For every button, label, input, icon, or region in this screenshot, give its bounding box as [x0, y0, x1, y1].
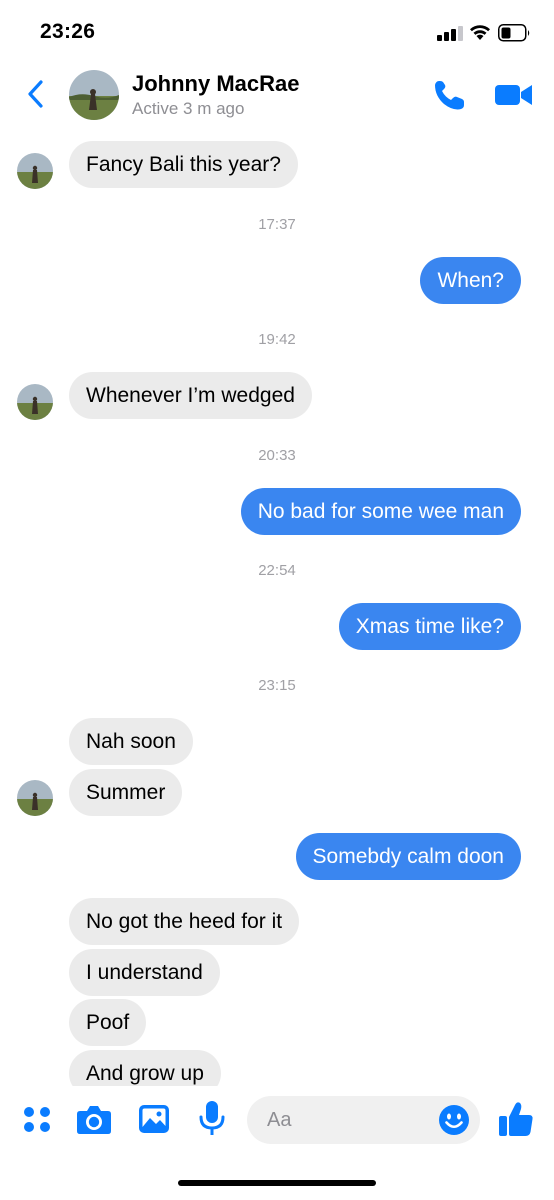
voice-call-button[interactable]: [430, 76, 468, 114]
incoming-message[interactable]: No got the heed for it: [69, 898, 300, 945]
contact-avatar[interactable]: [69, 70, 119, 120]
phone-icon: [435, 81, 464, 110]
avatar-photo: [17, 384, 53, 420]
avatar-photo: [17, 780, 53, 816]
back-button[interactable]: [20, 76, 50, 112]
camera-button[interactable]: [76, 1102, 112, 1136]
message-composer: [0, 1086, 554, 1156]
camera-icon: [77, 1106, 111, 1134]
avatar-photo: [69, 70, 119, 120]
battery-icon: [498, 24, 531, 42]
emoji-button[interactable]: [438, 1104, 470, 1136]
cellular-signal-icon: [437, 25, 463, 41]
thumbs-up-icon: [499, 1102, 533, 1136]
outgoing-message[interactable]: No bad for some wee man: [240, 488, 521, 535]
message-input-pill[interactable]: [247, 1096, 480, 1144]
outgoing-message[interactable]: Somebdy calm doon: [295, 833, 521, 880]
outgoing-message[interactable]: Xmas time like?: [338, 603, 521, 650]
message-timestamp: 23:15: [258, 677, 296, 694]
status-time: 23:26: [40, 20, 96, 43]
microphone-icon: [199, 1101, 225, 1135]
message-timestamp: 19:42: [258, 331, 296, 348]
status-bar: 23:26: [0, 0, 554, 64]
apps-icon: [24, 1107, 50, 1132]
video-call-button[interactable]: [494, 80, 534, 110]
incoming-message[interactable]: Poof: [69, 999, 147, 1046]
incoming-message[interactable]: Nah soon: [69, 718, 193, 765]
sender-avatar[interactable]: [17, 384, 53, 420]
incoming-message[interactable]: I understand: [69, 949, 220, 996]
video-camera-icon: [495, 85, 532, 105]
message-timestamp: 20:33: [258, 447, 296, 464]
incoming-message[interactable]: Whenever I’m wedged: [69, 372, 312, 419]
chat-header: Johnny MacRae Active 3 m ago: [0, 64, 554, 128]
avatar-photo: [17, 153, 53, 189]
like-button[interactable]: [498, 1100, 534, 1138]
contact-name[interactable]: Johnny MacRae: [132, 71, 300, 97]
contact-active-status: Active 3 m ago: [132, 99, 245, 118]
apps-button[interactable]: [21, 1103, 53, 1135]
incoming-message[interactable]: Summer: [69, 769, 183, 816]
message-timestamp: 22:54: [258, 562, 296, 579]
home-indicator[interactable]: [178, 1180, 376, 1186]
wifi-icon: [468, 22, 492, 42]
message-input[interactable]: [267, 1096, 427, 1144]
photo-icon: [139, 1105, 169, 1133]
voice-message-button[interactable]: [197, 1100, 227, 1138]
photo-button[interactable]: [137, 1102, 171, 1136]
message-timestamp: 17:37: [258, 216, 296, 233]
incoming-message[interactable]: Fancy Bali this year?: [69, 141, 298, 188]
chevron-left-icon: [28, 80, 43, 108]
sender-avatar[interactable]: [17, 780, 53, 816]
outgoing-message[interactable]: When?: [420, 257, 521, 304]
sender-avatar[interactable]: [17, 153, 53, 189]
emoji-icon: [439, 1105, 469, 1135]
